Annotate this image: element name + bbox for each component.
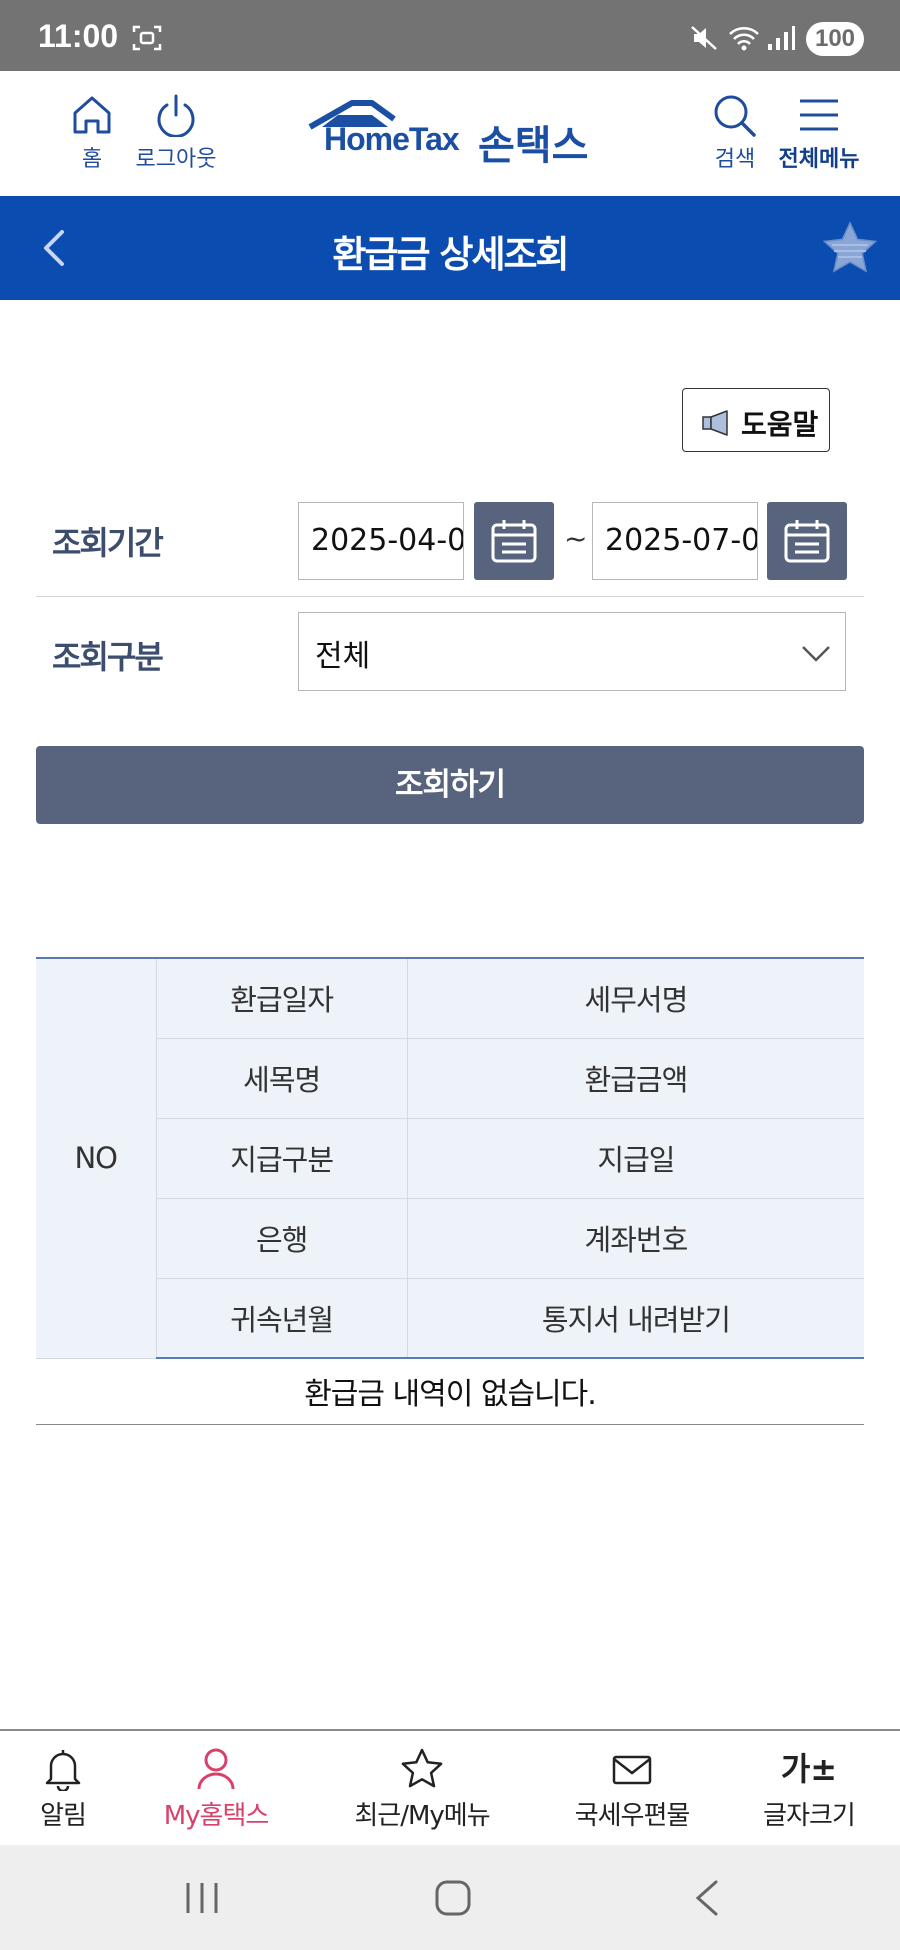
- nav-alarm-label: 알림: [40, 1801, 87, 1831]
- full-menu-button[interactable]: 전체메뉴: [776, 93, 862, 173]
- home-nav-icon[interactable]: [434, 1879, 472, 1917]
- inquiry-type-value: 전체: [315, 639, 371, 674]
- app-header: 홈 로그아웃 HomeTax 손택스 검색 전체메뉴: [0, 71, 900, 196]
- column-header: 환급금액: [406, 1038, 864, 1119]
- table-header-row: NO 환급일자 세무서명: [36, 958, 864, 1359]
- column-header: 계좌번호: [406, 1198, 864, 1279]
- column-header: 환급일자: [155, 958, 408, 1039]
- column-header: 지급구분: [155, 1118, 408, 1199]
- back-nav-icon[interactable]: [692, 1879, 722, 1917]
- nav-item-recent-my-menu[interactable]: 최근/My메뉴: [342, 1747, 502, 1832]
- nav-font-size-label: 글자크기: [763, 1801, 856, 1831]
- nav-item-font-size[interactable]: 가± 글자크기: [754, 1747, 864, 1832]
- full-menu-label: 전체메뉴: [778, 147, 860, 172]
- logo-text: HomeTax: [324, 121, 460, 157]
- help-button[interactable]: 도움말: [682, 388, 830, 452]
- home-label: 홈: [81, 147, 103, 172]
- chevron-down-icon: [802, 646, 830, 662]
- inquiry-type-label: 조회구분: [52, 638, 164, 676]
- start-date-input[interactable]: 2025-04-0: [298, 502, 464, 580]
- bottom-nav: 알림 My홈택스 최근/My메뉴 국세우편물 가± 글자크기: [0, 1729, 900, 1845]
- hamburger-icon: [800, 99, 838, 131]
- battery-indicator: 100: [806, 22, 864, 56]
- calendar-icon: [784, 520, 830, 563]
- end-date-calendar-button[interactable]: [767, 502, 847, 580]
- column-header: 지급일: [406, 1118, 864, 1199]
- nav-item-tax-mail[interactable]: 국세우편물: [560, 1747, 704, 1832]
- no-column-header: NO: [36, 958, 156, 1359]
- screenshot-icon: [132, 25, 162, 51]
- mute-icon: [691, 26, 717, 50]
- nav-mail-label: 국세우편물: [574, 1801, 691, 1831]
- end-date-input[interactable]: 2025-07-0: [592, 502, 758, 580]
- table-header-row: 귀속년월 통지서 내려받기: [36, 1278, 864, 1359]
- logout-button[interactable]: 로그아웃: [128, 93, 224, 173]
- power-icon: [157, 94, 195, 137]
- empty-result-message: 환급금 내역이 없습니다.: [36, 1358, 864, 1425]
- date-range-separator: ~: [564, 522, 588, 555]
- search-label: 검색: [714, 147, 756, 172]
- mail-icon: [612, 1755, 652, 1785]
- favorite-star-icon[interactable]: [822, 220, 878, 276]
- home-button[interactable]: 홈: [62, 93, 122, 173]
- search-button[interactable]: 검색: [700, 93, 770, 173]
- recent-apps-icon[interactable]: [182, 1879, 222, 1917]
- column-header: 세목명: [155, 1038, 408, 1119]
- table-header-row: 세목명 환급금액: [36, 1038, 864, 1119]
- bell-icon: [45, 1750, 81, 1791]
- search-submit-button[interactable]: 조회하기: [36, 746, 864, 824]
- font-size-icon: 가±: [780, 1750, 838, 1788]
- wifi-icon: [729, 27, 759, 51]
- help-label: 도움말: [741, 408, 819, 441]
- nav-recent-label: 최근/My메뉴: [354, 1801, 490, 1831]
- status-time: 11:00: [38, 18, 119, 54]
- system-nav-bar: [0, 1845, 900, 1950]
- empty-result-row: 환급금 내역이 없습니다.: [36, 1358, 864, 1425]
- logout-label: 로그아웃: [135, 147, 217, 172]
- title-bar: 환급금 상세조회: [0, 196, 900, 300]
- column-header: 은행: [155, 1198, 408, 1279]
- nav-my-hometax-label: My홈택스: [163, 1801, 270, 1831]
- period-label: 조회기간: [52, 524, 164, 562]
- search-icon: [714, 95, 756, 137]
- nav-item-alarm[interactable]: 알림: [30, 1747, 96, 1832]
- star-icon: [401, 1748, 443, 1788]
- column-header: 통지서 내려받기: [406, 1278, 864, 1359]
- megaphone-icon: [702, 410, 728, 436]
- column-header: 귀속년월: [155, 1278, 408, 1359]
- inquiry-type-select[interactable]: 전체: [298, 612, 846, 691]
- home-icon: [73, 96, 111, 134]
- nav-item-my-hometax[interactable]: My홈택스: [150, 1747, 282, 1832]
- person-icon: [197, 1748, 235, 1790]
- table-header-row: 지급구분 지급일: [36, 1118, 864, 1199]
- table-header-row: 은행 계좌번호: [36, 1198, 864, 1279]
- start-date-calendar-button[interactable]: [474, 502, 554, 580]
- signal-icon: [768, 26, 795, 50]
- page-title: 환급금 상세조회: [332, 233, 569, 276]
- hometax-logo[interactable]: HomeTax 손택스: [308, 99, 598, 169]
- form-divider: [36, 596, 864, 597]
- refund-result-table: NO 환급일자 세무서명 세목명 환급금액 지급구분 지급일 은행 계좌번호 귀…: [36, 957, 864, 1425]
- status-bar: 11:00 100: [0, 0, 900, 71]
- calendar-icon: [491, 520, 537, 563]
- column-header: 세무서명: [406, 958, 864, 1039]
- logo-korean-text: 손택스: [478, 123, 589, 169]
